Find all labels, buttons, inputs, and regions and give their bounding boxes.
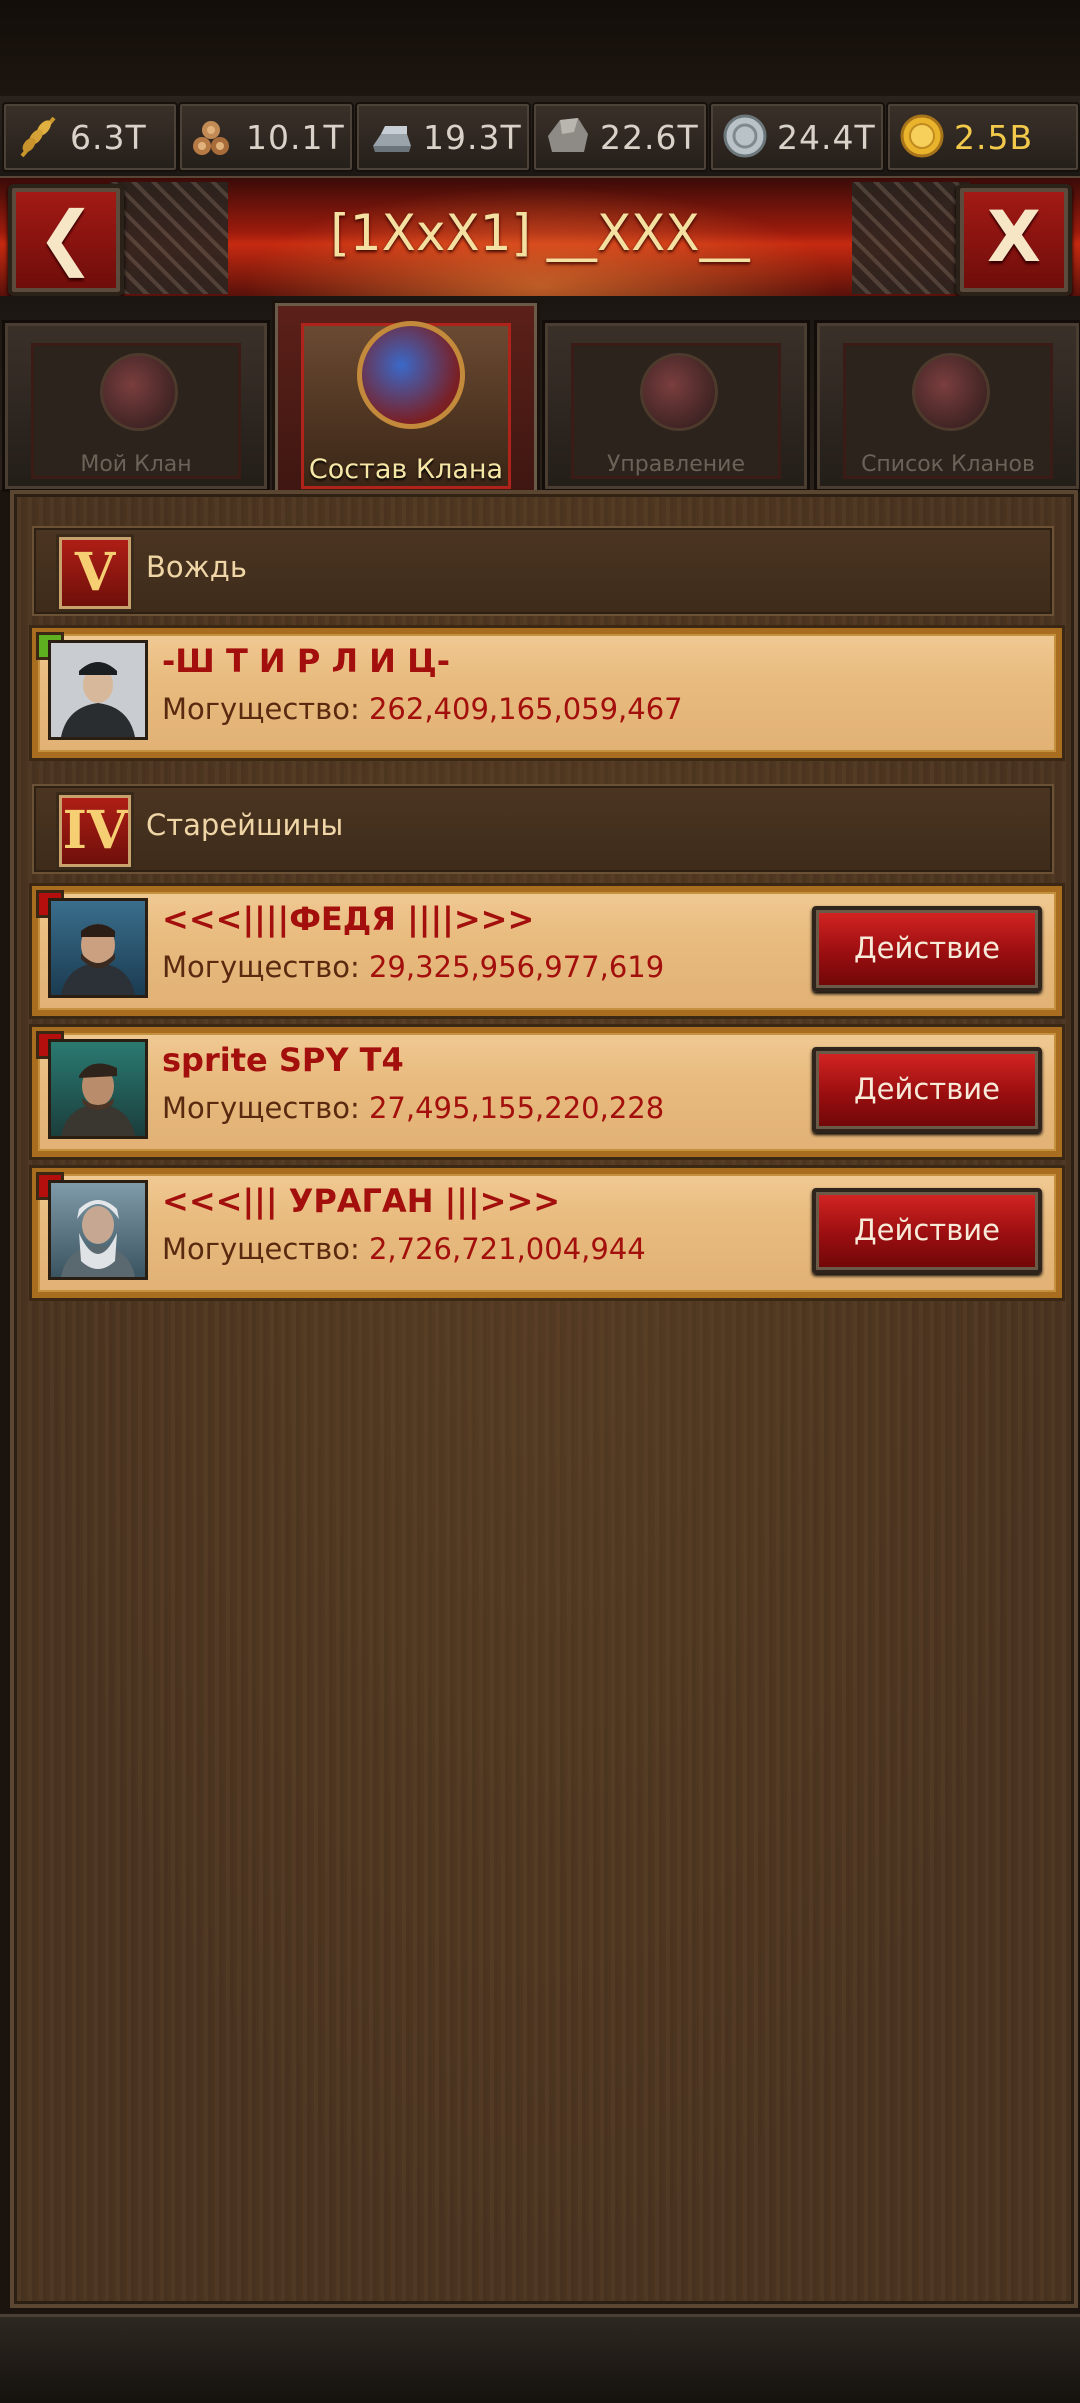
bottom-ornament-bar xyxy=(0,2314,1080,2403)
resource-value: 6.3T xyxy=(70,118,147,157)
resource-iron[interactable]: 19.3T xyxy=(355,102,531,172)
tab-clan-list[interactable]: Список Кланов xyxy=(814,320,1080,492)
rank-badge-icon: IV xyxy=(56,792,134,870)
avatar[interactable] xyxy=(48,898,148,998)
member-row[interactable]: <<<||||ФЕДЯ ||||>>> Могущество: 29,325,9… xyxy=(32,886,1062,1016)
tab-my-clan[interactable]: Мой Клан xyxy=(2,320,270,492)
resource-gold[interactable]: 2.5B xyxy=(886,102,1080,172)
wizard-portrait-icon xyxy=(61,1200,135,1277)
avatar[interactable] xyxy=(48,1180,148,1280)
header-bar: [1XxX1] __XXX__ ❮ X xyxy=(0,176,1080,302)
chevron-left-icon: ❮ xyxy=(36,196,96,278)
wood-logs-icon xyxy=(193,121,229,155)
clan-tabs: Мой Клан Управление Список Кланов Состав… xyxy=(0,296,1080,502)
system-status-bar xyxy=(0,0,1080,96)
helmet-emblem-icon xyxy=(640,353,718,431)
back-button[interactable]: ❮ xyxy=(8,184,124,296)
members-panel: V Вождь -Ш Т И Р Л И Ц- Могущество: 262,… xyxy=(10,490,1078,2308)
resource-value: 10.1T xyxy=(246,118,345,157)
member-name: <<<||| УРАГАН |||>>> xyxy=(162,1182,561,1220)
rank-title: Старейшины xyxy=(146,808,344,842)
silver-coin-icon xyxy=(723,114,767,158)
member-name: sprite SPY T4 xyxy=(162,1041,404,1079)
action-button[interactable]: Действие xyxy=(812,1188,1042,1274)
stone-icon xyxy=(548,118,588,152)
rank-title: Вождь xyxy=(146,550,247,584)
resource-wheat[interactable]: 6.3T xyxy=(2,102,178,172)
tab-label: Состав Клана xyxy=(308,454,504,485)
page-title: [1XxX1] __XXX__ xyxy=(330,204,750,262)
book-emblem-icon xyxy=(912,353,990,431)
officer-portrait-icon xyxy=(51,643,145,737)
member-name: -Ш Т И Р Л И Ц- xyxy=(162,642,451,680)
avatar[interactable] xyxy=(48,1039,148,1139)
crown-emblem-icon xyxy=(100,353,178,431)
tab-clan-members[interactable]: Состав Клана xyxy=(272,300,540,502)
tab-label: Управление xyxy=(606,452,745,477)
member-row[interactable]: sprite SPY T4 Могущество: 27,495,155,220… xyxy=(32,1027,1062,1157)
tab-management[interactable]: Управление xyxy=(542,320,810,492)
iron-ingot-icon xyxy=(373,126,411,152)
warrior-portrait-icon xyxy=(61,924,135,995)
resource-value: 2.5B xyxy=(954,118,1034,157)
member-power: Могущество: 2,726,721,004,944 xyxy=(162,1232,646,1266)
member-power: Могущество: 29,325,956,977,619 xyxy=(162,950,665,984)
gold-coin-icon xyxy=(900,114,944,158)
member-power: Могущество: 262,409,165,059,467 xyxy=(162,692,683,726)
member-name: <<<||||ФЕДЯ ||||>>> xyxy=(162,900,535,938)
wheat-icon xyxy=(20,116,56,158)
resource-value: 19.3T xyxy=(423,118,522,157)
resource-wood[interactable]: 10.1T xyxy=(178,102,354,172)
rank-badge-icon: V xyxy=(56,534,134,612)
resource-bar: 6.3T 10.1T 19.3T 22.6T 24.4T 2.5B xyxy=(0,96,1080,179)
resource-value: 22.6T xyxy=(600,118,699,157)
action-button[interactable]: Действие xyxy=(812,1047,1042,1133)
member-row[interactable]: <<<||| УРАГАН |||>>> Могущество: 2,726,7… xyxy=(32,1168,1062,1298)
rank-section-header: IV Старейшины xyxy=(32,784,1054,874)
resource-stone[interactable]: 22.6T xyxy=(532,102,708,172)
action-button[interactable]: Действие xyxy=(812,906,1042,992)
resource-silver[interactable]: 24.4T xyxy=(709,102,885,172)
banner-emblem-icon xyxy=(357,321,465,429)
avatar[interactable] xyxy=(48,640,148,740)
close-icon: X xyxy=(987,196,1041,278)
resource-value: 24.4T xyxy=(777,118,876,157)
warrior-portrait-icon xyxy=(61,1063,135,1136)
tab-label: Список Кланов xyxy=(861,452,1035,477)
close-button[interactable]: X xyxy=(956,184,1072,296)
member-power: Могущество: 27,495,155,220,228 xyxy=(162,1091,665,1125)
tab-label: Мой Клан xyxy=(80,452,192,477)
rank-section-header: V Вождь xyxy=(32,526,1054,616)
member-row[interactable]: -Ш Т И Р Л И Ц- Могущество: 262,409,165,… xyxy=(32,628,1062,758)
